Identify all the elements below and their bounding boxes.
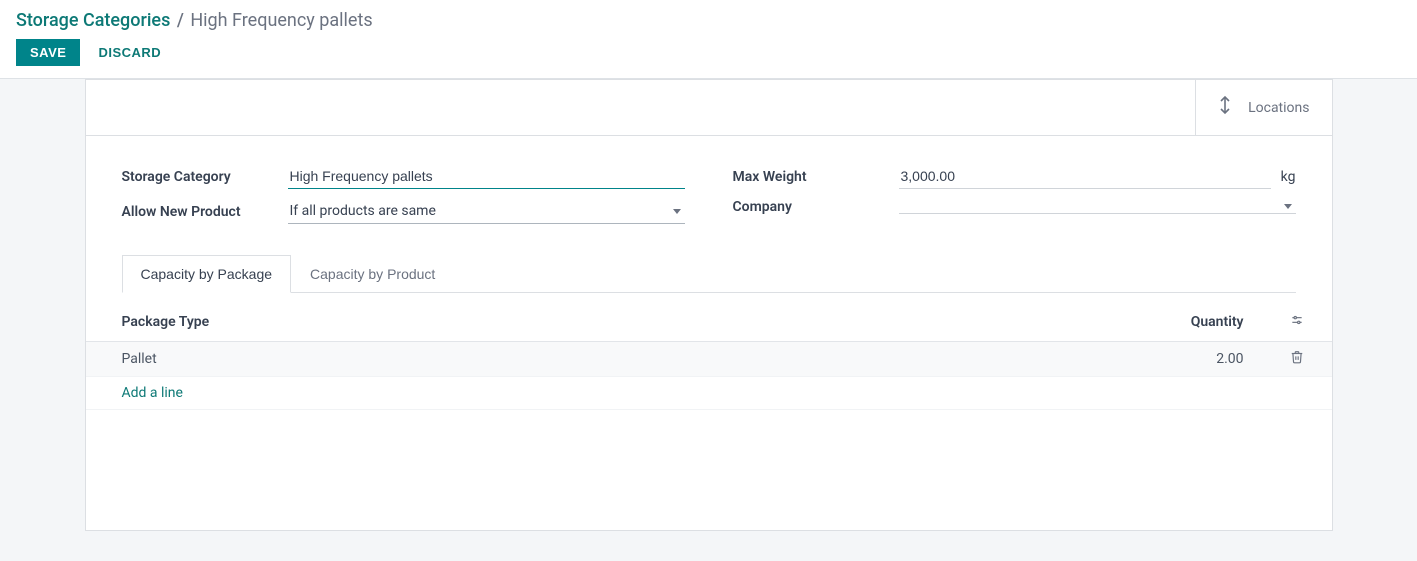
form-sheet: Locations Storage Category Allow New Pro… bbox=[85, 79, 1333, 531]
chevron-down-icon bbox=[1284, 204, 1292, 209]
cell-package-type[interactable]: Pallet bbox=[86, 342, 808, 377]
storage-category-input[interactable] bbox=[288, 164, 685, 189]
max-weight-label: Max Weight bbox=[733, 169, 899, 185]
locations-label: Locations bbox=[1248, 100, 1309, 116]
storage-category-label: Storage Category bbox=[122, 169, 288, 185]
tab-capacity-by-package[interactable]: Capacity by Package bbox=[122, 255, 292, 293]
locations-stat-button[interactable]: Locations bbox=[1195, 80, 1331, 135]
allow-new-product-label: Allow New Product bbox=[122, 204, 288, 220]
company-label: Company bbox=[733, 199, 899, 215]
save-button[interactable]: SAVE bbox=[16, 39, 80, 66]
add-line-label[interactable]: Add a line bbox=[86, 377, 1332, 410]
col-package-type[interactable]: Package Type bbox=[86, 303, 808, 342]
breadcrumb-current: High Frequency pallets bbox=[190, 10, 372, 31]
trash-icon[interactable] bbox=[1290, 352, 1304, 368]
breadcrumb: Storage Categories / High Frequency pall… bbox=[16, 10, 1401, 31]
breadcrumb-parent[interactable]: Storage Categories bbox=[16, 10, 170, 31]
company-select[interactable] bbox=[899, 200, 1296, 214]
max-weight-unit: kg bbox=[1281, 169, 1296, 185]
chevron-down-icon bbox=[673, 209, 681, 214]
tab-capacity-by-product[interactable]: Capacity by Product bbox=[291, 255, 454, 293]
allow-new-product-select[interactable]: If all products are same bbox=[288, 199, 685, 224]
filter-columns-icon[interactable] bbox=[1290, 315, 1304, 331]
max-weight-input[interactable] bbox=[899, 164, 1271, 189]
breadcrumb-separator: / bbox=[177, 10, 184, 31]
table-row[interactable]: Pallet 2.00 bbox=[86, 342, 1332, 377]
add-line-row[interactable]: Add a line bbox=[86, 377, 1332, 410]
allow-new-product-value: If all products are same bbox=[290, 203, 673, 219]
cell-quantity[interactable]: 2.00 bbox=[807, 342, 1253, 377]
col-quantity[interactable]: Quantity bbox=[807, 303, 1253, 342]
arrows-vertical-icon bbox=[1218, 95, 1232, 120]
discard-button[interactable]: DISCARD bbox=[98, 45, 161, 60]
